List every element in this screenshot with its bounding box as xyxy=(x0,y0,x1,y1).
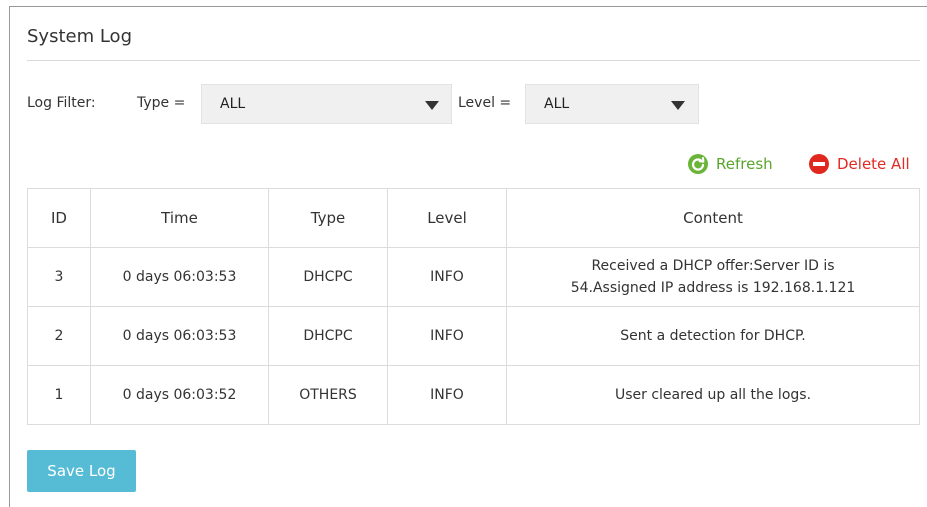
chevron-down-icon xyxy=(425,101,439,110)
column-header-time: Time xyxy=(90,188,269,248)
table-row: 3 0 days 06:03:53 DHCPC INFO Received a … xyxy=(27,247,920,307)
type-select[interactable]: ALL xyxy=(201,84,452,124)
cell-content: Received a DHCP offer:Server ID is 54.As… xyxy=(506,247,920,307)
title-divider xyxy=(27,60,920,61)
column-header-content: Content xyxy=(506,188,920,248)
column-header-level: Level xyxy=(387,188,507,248)
type-filter-label: Type = xyxy=(137,95,186,111)
cell-id: 3 xyxy=(27,247,91,307)
chevron-down-icon xyxy=(671,101,685,110)
level-filter-label: Level = xyxy=(458,95,512,111)
cell-level: INFO xyxy=(387,365,507,425)
cell-time: 0 days 06:03:53 xyxy=(90,247,269,307)
table-row: 1 0 days 06:03:52 OTHERS INFO User clear… xyxy=(27,365,920,425)
cell-id: 2 xyxy=(27,306,91,366)
minus-circle-icon xyxy=(809,154,829,174)
cell-type: DHCPC xyxy=(268,306,388,366)
table-row: 2 0 days 06:03:53 DHCPC INFO Sent a dete… xyxy=(27,306,920,366)
delete-all-label: Delete All xyxy=(837,155,910,173)
cell-time: 0 days 06:03:52 xyxy=(90,365,269,425)
level-select-value: ALL xyxy=(544,96,570,112)
level-select[interactable]: ALL xyxy=(525,84,699,124)
table-header-row: ID Time Type Level Content xyxy=(27,188,920,248)
delete-all-button[interactable]: Delete All xyxy=(809,152,910,176)
cell-time: 0 days 06:03:53 xyxy=(90,306,269,366)
cell-type: OTHERS xyxy=(268,365,388,425)
log-filter-label: Log Filter: xyxy=(27,95,96,111)
cell-level: INFO xyxy=(387,247,507,307)
system-log-table: ID Time Type Level Content 3 0 days 06:0… xyxy=(27,188,920,425)
cell-content: User cleared up all the logs. xyxy=(506,365,920,425)
refresh-icon xyxy=(688,154,708,174)
cell-level: INFO xyxy=(387,306,507,366)
refresh-label: Refresh xyxy=(716,155,773,173)
content-line: Received a DHCP offer:Server ID is xyxy=(591,258,835,274)
column-header-type: Type xyxy=(268,188,388,248)
save-log-button[interactable]: Save Log xyxy=(27,450,136,492)
content-line: 54.Assigned IP address is 192.168.1.121 xyxy=(570,280,856,296)
page-title: System Log xyxy=(27,26,132,47)
refresh-button[interactable]: Refresh xyxy=(688,152,773,176)
cell-content: Sent a detection for DHCP. xyxy=(506,306,920,366)
column-header-id: ID xyxy=(27,188,91,248)
cell-id: 1 xyxy=(27,365,91,425)
cell-type: DHCPC xyxy=(268,247,388,307)
type-select-value: ALL xyxy=(220,96,246,112)
